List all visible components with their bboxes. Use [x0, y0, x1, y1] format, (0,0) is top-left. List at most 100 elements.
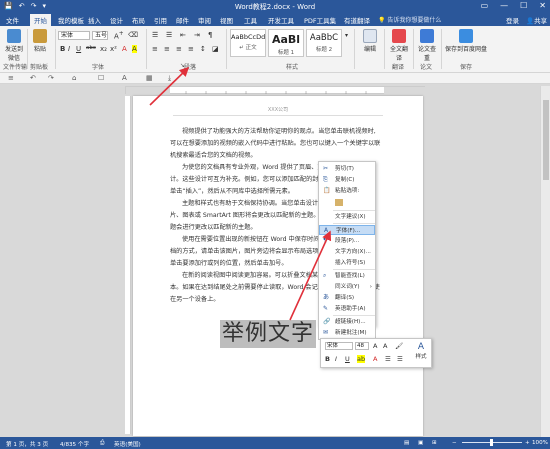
style-heading-1[interactable]: AaBl 标题 1: [268, 29, 304, 57]
font-name-select[interactable]: 宋体: [58, 31, 90, 40]
menu-item-translate[interactable]: あ翻译(S): [319, 293, 375, 303]
edit-button[interactable]: 编辑: [358, 29, 382, 53]
menu-item-synonyms[interactable]: 同义词(Y) ›: [319, 282, 375, 292]
mini-bold-button[interactable]: B: [325, 355, 330, 363]
format-painter-icon[interactable]: 🖌: [395, 342, 403, 350]
web-layout-icon[interactable]: ⊞: [432, 440, 437, 446]
login-link[interactable]: 登录: [506, 15, 519, 25]
mini-numbering-icon[interactable]: ☰: [397, 355, 403, 363]
menu-item-new-comment[interactable]: ✉ 新建批注(M): [319, 328, 375, 338]
align-right-icon[interactable]: ≡: [176, 45, 182, 53]
save-to-baidu-button[interactable]: 保存到百度网盘: [444, 29, 488, 53]
maximize-icon[interactable]: ☐: [520, 1, 527, 10]
mini-size-select[interactable]: 48: [355, 342, 369, 350]
proofing-icon[interactable]: ⎙: [100, 440, 104, 447]
page-count[interactable]: 第 1 页，共 3 页: [6, 440, 48, 448]
table-icon[interactable]: ▦: [146, 74, 153, 82]
zoom-slider-thumb[interactable]: [490, 439, 493, 446]
font-icon[interactable]: A: [122, 74, 127, 82]
redo-icon[interactable]: ↷: [48, 74, 54, 82]
menu-item-hyperlink[interactable]: 🔗 超链接(H)...: [319, 317, 375, 327]
ribbon-display-icon[interactable]: ▭: [481, 1, 489, 10]
mini-bullets-icon[interactable]: ☰: [385, 355, 391, 363]
highlight-button[interactable]: A: [132, 45, 137, 53]
close-icon[interactable]: ✕: [539, 1, 546, 10]
align-center-icon[interactable]: ≡: [164, 45, 170, 53]
tab-insert[interactable]: 插入: [88, 15, 101, 25]
show-marks-icon[interactable]: ¶: [208, 31, 212, 39]
subscript-button[interactable]: x₂: [100, 45, 107, 53]
font-size-select[interactable]: 五号: [92, 31, 108, 40]
styles-more-icon[interactable]: ▾: [345, 32, 348, 39]
shrink-font-icon[interactable]: A: [383, 342, 387, 350]
send-to-wechat-button[interactable]: 发送到微信: [3, 29, 25, 62]
mini-font-color-button[interactable]: A: [373, 355, 377, 363]
italic-button[interactable]: I: [68, 45, 70, 53]
minimize-icon[interactable]: —: [500, 1, 508, 10]
keep-format-icon[interactable]: [335, 199, 343, 206]
style-heading-2[interactable]: AaBbC 标题 2: [306, 29, 342, 57]
menu-item-text-suggestions[interactable]: 文字建议(X): [319, 212, 375, 222]
menu-item-cut[interactable]: ✂ 剪切(T): [319, 164, 375, 174]
line-spacing-icon[interactable]: ↕: [200, 45, 206, 53]
clear-format-icon[interactable]: ⌫: [128, 31, 138, 39]
vertical-scrollbar[interactable]: [540, 86, 550, 437]
zoom-in-icon[interactable]: +: [525, 440, 530, 446]
menu-item-font[interactable]: A 字体(F)...: [319, 225, 375, 235]
tab-file[interactable]: 文件: [6, 15, 19, 25]
frame-icon[interactable]: ☐: [98, 74, 104, 82]
word-count[interactable]: 4/835 个字: [60, 440, 89, 448]
shading-icon[interactable]: ◪: [212, 45, 219, 53]
justify-icon[interactable]: ≡: [188, 45, 194, 53]
paste-option-buttons[interactable]: [319, 197, 375, 208]
zoom-out-icon[interactable]: −: [452, 440, 457, 446]
font-color-button[interactable]: A: [122, 45, 127, 53]
menu-icon[interactable]: ≡: [8, 74, 14, 82]
tab-layout[interactable]: 布局: [132, 15, 145, 25]
selected-example-text[interactable]: 举例文字: [220, 320, 317, 348]
mini-underline-button[interactable]: U: [345, 355, 350, 363]
menu-item-text-direction[interactable]: 文字方向(X)...: [319, 247, 375, 257]
share-button[interactable]: 👤共享: [526, 15, 547, 25]
grow-font-icon[interactable]: A+: [114, 31, 124, 40]
menu-item-insert-symbol[interactable]: 插入符号(S): [319, 258, 375, 268]
mini-font-select[interactable]: 宋体: [325, 342, 353, 350]
grow-font-icon[interactable]: A: [373, 342, 377, 350]
undo-icon[interactable]: ↶: [30, 74, 36, 82]
read-mode-icon[interactable]: ▤: [404, 440, 409, 446]
menu-item-english-assistant[interactable]: ✎ 英语助手(A): [319, 304, 375, 314]
menu-item-paste-options[interactable]: 📋 粘贴选项:: [319, 186, 375, 196]
style-normal[interactable]: AaBbCcDd ↵ 正文: [230, 29, 266, 57]
menu-item-copy[interactable]: ⎘ 复制(C): [319, 175, 375, 185]
tab-home[interactable]: 开始: [30, 14, 51, 26]
superscript-button[interactable]: x²: [110, 45, 117, 53]
mini-highlight-button[interactable]: ab: [357, 355, 366, 363]
tab-review[interactable]: 审阅: [198, 15, 211, 25]
increase-indent-icon[interactable]: ⇥: [194, 31, 200, 39]
download-icon[interactable]: ⤓: [168, 74, 171, 83]
strikethrough-button[interactable]: abc: [86, 45, 96, 51]
menu-item-smart-lookup[interactable]: ⌕ 智能查找(L): [319, 271, 375, 281]
tab-view[interactable]: 视图: [220, 15, 233, 25]
home-icon[interactable]: ⌂: [72, 74, 76, 82]
tab-developer[interactable]: 开发工具: [268, 15, 294, 25]
vertical-ruler[interactable]: [125, 96, 131, 434]
decrease-indent-icon[interactable]: ⇤: [180, 31, 186, 39]
mini-italic-button[interactable]: I: [335, 355, 337, 363]
numbering-icon[interactable]: ☰: [166, 31, 172, 39]
print-layout-icon[interactable]: ▣: [418, 440, 423, 446]
tab-references[interactable]: 引用: [154, 15, 167, 25]
menu-item-paragraph[interactable]: ¶ 段落(P)...: [319, 236, 375, 246]
tab-youdao-translate[interactable]: 有道翻译: [344, 15, 370, 25]
bold-button[interactable]: B: [60, 45, 65, 53]
language-indicator[interactable]: 英语(美国): [114, 440, 141, 448]
horizontal-ruler[interactable]: [125, 86, 426, 94]
tab-pdf-tools[interactable]: PDF工具集: [304, 15, 336, 25]
tab-mailings[interactable]: 邮件: [176, 15, 189, 25]
paper-check-button[interactable]: 论文查重: [416, 29, 438, 62]
zoom-level[interactable]: 100%: [532, 440, 548, 446]
scrollbar-thumb[interactable]: [543, 100, 549, 180]
tab-design[interactable]: 设计: [110, 15, 123, 25]
full-text-translate-button[interactable]: 全文翻译: [388, 29, 410, 62]
tell-me-search[interactable]: 💡 告诉我你想要做什么: [378, 15, 478, 24]
